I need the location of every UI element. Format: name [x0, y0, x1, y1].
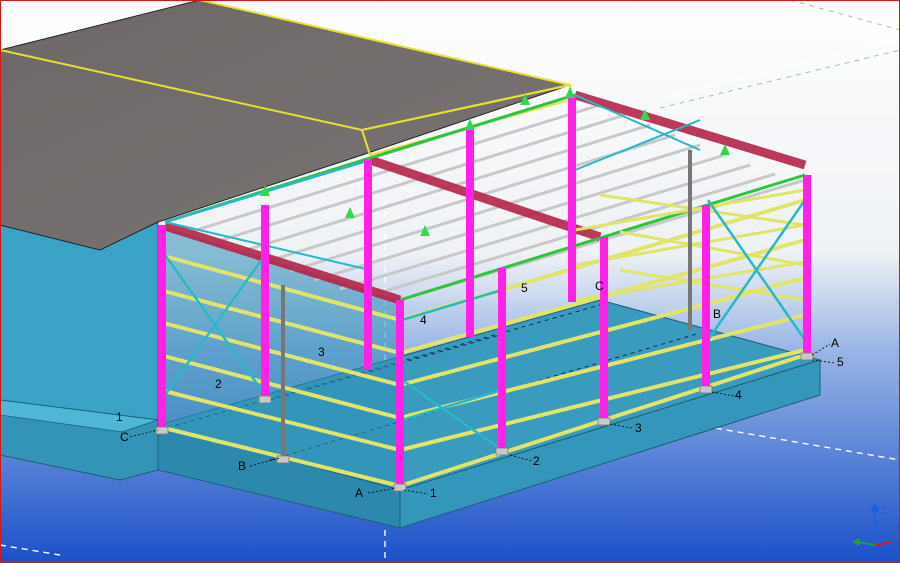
- grid-label-B-back: B: [713, 307, 721, 321]
- grid-label-B-front: B: [238, 459, 246, 473]
- grid-label-5-right: 5: [837, 355, 844, 369]
- grid-label-5-left: 5: [521, 281, 528, 295]
- grid-label-3-front: 3: [635, 421, 642, 435]
- grid-label-2-front: 2: [533, 454, 540, 468]
- grid-label-C-left: C: [120, 430, 129, 444]
- grid-label-3-left: 3: [318, 345, 325, 359]
- grid-label-C-back: C: [595, 279, 604, 293]
- grid-label-4-left: 4: [420, 313, 427, 327]
- grid-label-1-front: 1: [430, 486, 437, 500]
- grid-label-A-right: A: [831, 336, 839, 350]
- structure-scene[interactable]: 1 2 3 4 5 C B A 1 2 3 4 C B A 5 Z: [0, 0, 900, 563]
- grid-label-A-front: A: [355, 486, 363, 500]
- grid-label-2-left: 2: [215, 377, 222, 391]
- grid-label-4-front: 4: [735, 388, 742, 402]
- z-axis-label: Z: [880, 505, 886, 516]
- grid-label-1-left: 1: [116, 410, 123, 424]
- model-viewport[interactable]: 1 2 3 4 5 C B A 1 2 3 4 C B A 5 Z: [0, 0, 900, 563]
